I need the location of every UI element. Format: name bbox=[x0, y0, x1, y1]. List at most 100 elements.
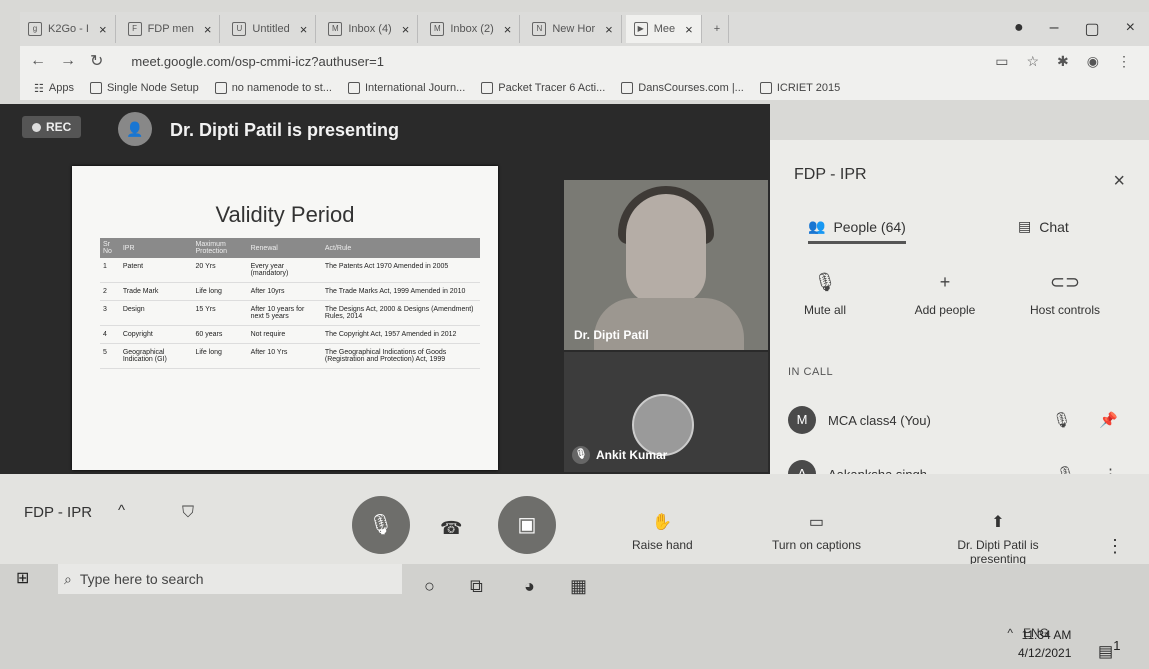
bookmark-item[interactable]: International Journ... bbox=[347, 82, 466, 94]
list-item[interactable]: M MCA class4 (You) 🎙 📌 bbox=[788, 406, 1118, 434]
tab-favicon-icon: F bbox=[127, 22, 142, 36]
extension-icon[interactable]: ✱ bbox=[1057, 53, 1069, 70]
hand-icon: ✋ bbox=[652, 514, 673, 531]
cortana-icon[interactable]: ○ bbox=[424, 576, 435, 597]
column-header: Sr No bbox=[100, 238, 120, 258]
participant-tile[interactable]: 🎙 Ankit Kumar bbox=[564, 352, 768, 472]
tab-label: Chat bbox=[1039, 218, 1069, 235]
menu-icon[interactable]: ⋮ bbox=[1117, 53, 1131, 70]
add-people-button[interactable]: + Add people bbox=[890, 272, 1000, 317]
browser-tab[interactable]: g K2Go - I × bbox=[20, 15, 116, 43]
close-icon[interactable]: × bbox=[99, 22, 107, 37]
clock[interactable]: 11:34 AM 4/12/2021 bbox=[1018, 626, 1071, 662]
chevron-up-icon[interactable]: ^ bbox=[1007, 626, 1013, 640]
shield-icon[interactable]: ⛉ bbox=[182, 504, 194, 522]
bookmark-item[interactable]: Single Node Setup bbox=[89, 82, 199, 94]
slide-title: Validity Period bbox=[215, 202, 355, 227]
more-options-icon[interactable]: ⋮ bbox=[1106, 536, 1124, 557]
table-cell: Life long bbox=[192, 343, 248, 369]
star-icon[interactable]: ☆ bbox=[1026, 53, 1039, 70]
captions-button[interactable]: ▭ Turn on captions bbox=[772, 512, 861, 552]
close-icon[interactable]: × bbox=[204, 22, 212, 37]
close-icon[interactable]: × bbox=[300, 22, 308, 37]
bookmark-label: Single Node Setup bbox=[106, 82, 199, 94]
participant-tile[interactable]: Dr. Dipti Patil bbox=[564, 180, 768, 350]
bookmark-label: Apps bbox=[48, 82, 74, 94]
raise-hand-button[interactable]: ✋ Raise hand bbox=[632, 512, 693, 552]
browser-tab[interactable]: F FDP men × bbox=[120, 15, 221, 43]
task-view-icon[interactable]: ⧉ bbox=[470, 576, 483, 597]
close-icon[interactable]: × bbox=[1113, 170, 1125, 193]
bookmark-label: International Journ... bbox=[364, 82, 466, 94]
button-label: Turn on captions bbox=[772, 538, 861, 552]
bookmark-item[interactable]: Packet Tracer 6 Acti... bbox=[481, 82, 605, 94]
maximize-icon[interactable]: ▢ bbox=[1085, 19, 1100, 39]
shared-slide: Validity Period Sr No IPR Maximum Protec… bbox=[72, 166, 498, 470]
browser-tab[interactable]: U Untitled × bbox=[224, 15, 317, 43]
tab-favicon-icon: g bbox=[28, 22, 42, 36]
bookmark-item[interactable]: DansCourses.com |... bbox=[621, 82, 744, 94]
bookmark-item[interactable]: ICRIET 2015 bbox=[759, 82, 840, 94]
mic-toggle-button[interactable]: 🎙 bbox=[352, 496, 410, 554]
close-icon[interactable]: × bbox=[504, 22, 512, 37]
bookmark-item[interactable]: no namenode to st... bbox=[214, 82, 332, 94]
close-window-icon[interactable]: × bbox=[1126, 19, 1135, 39]
tab-favicon-icon: M bbox=[328, 22, 343, 36]
mic-off-icon[interactable]: 🎙 bbox=[1052, 411, 1071, 429]
host-controls-button[interactable]: ⊂⊃ Host controls bbox=[1010, 272, 1120, 317]
avatar: M bbox=[788, 406, 816, 434]
hang-up-icon[interactable]: ☎ bbox=[440, 518, 462, 539]
pin-icon[interactable]: 📌 bbox=[1099, 411, 1118, 429]
bookmark-apps[interactable]: ☷ Apps bbox=[34, 82, 74, 95]
table-cell: The Patents Act 1970 Amended in 2005 bbox=[321, 258, 480, 283]
close-icon[interactable]: × bbox=[605, 22, 613, 37]
table-cell: After 10 Yrs bbox=[247, 343, 322, 369]
mute-all-button[interactable]: 🎙 Mute all bbox=[770, 272, 880, 317]
bookmark-icon bbox=[621, 82, 634, 94]
column-header: IPR bbox=[119, 238, 193, 258]
table-cell: Life long bbox=[192, 282, 248, 301]
plus-icon[interactable]: + bbox=[714, 23, 720, 35]
participant-name-row: 🎙 Ankit Kumar bbox=[572, 446, 667, 464]
close-icon[interactable]: × bbox=[402, 22, 410, 37]
chevron-up-icon[interactable]: ^ bbox=[118, 502, 125, 519]
tab-people[interactable]: 👥 People (64) bbox=[808, 218, 906, 244]
windows-taskbar: ⊞ ⌕ Type here to search ○ ⧉ ◕ ▦ ^ ENG 11:… bbox=[0, 564, 1149, 669]
chrome-icon[interactable]: ◕ bbox=[524, 576, 535, 597]
windows-start-icon[interactable]: ⊞ bbox=[16, 568, 29, 588]
cast-icon[interactable]: ▭ bbox=[995, 53, 1008, 70]
tab-label: People (64) bbox=[833, 218, 906, 235]
bookmark-label: DansCourses.com |... bbox=[638, 82, 744, 94]
reload-icon[interactable]: ↻ bbox=[90, 51, 103, 71]
bookmark-icon bbox=[214, 82, 227, 94]
close-icon[interactable]: × bbox=[685, 22, 693, 37]
camera-toggle-button[interactable]: ▣ bbox=[498, 496, 556, 554]
table-cell: Trade Mark bbox=[119, 282, 193, 301]
table-cell: 1 bbox=[100, 258, 120, 283]
panel-title: FDP - IPR bbox=[794, 166, 867, 183]
minimize-icon[interactable]: – bbox=[1050, 19, 1059, 39]
url-field[interactable]: meet.google.com/osp-cmmi-icz?authuser=1 bbox=[131, 54, 384, 69]
table-cell: The Geographical Indications of Goods (R… bbox=[321, 343, 480, 369]
chat-icon: ▤ bbox=[1018, 218, 1032, 234]
table-cell: The Trade Marks Act, 1999 Amended in 201… bbox=[321, 282, 480, 301]
new-tab-button[interactable]: + bbox=[706, 15, 730, 43]
profile-icon[interactable]: ● bbox=[1014, 19, 1024, 39]
tab-chat[interactable]: ▤ Chat bbox=[1018, 218, 1069, 235]
avatar-icon[interactable]: ◉ bbox=[1087, 53, 1099, 70]
back-icon[interactable]: ← bbox=[30, 52, 46, 70]
table-cell: 60 years bbox=[192, 325, 248, 344]
forward-icon[interactable]: → bbox=[60, 52, 76, 70]
browser-tab[interactable]: N New Hor × bbox=[524, 15, 622, 43]
presenting-button[interactable]: ⬆ Dr. Dipti Patil is presenting bbox=[948, 512, 1048, 566]
table-row: 4 Copyright 60 years Not require The Cop… bbox=[100, 325, 480, 344]
browser-tab[interactable]: M Inbox (4) × bbox=[320, 15, 419, 43]
notification-icon[interactable]: ▤1 bbox=[1098, 638, 1121, 661]
taskbar-search[interactable]: ⌕ Type here to search bbox=[58, 564, 402, 594]
powerpoint-icon[interactable]: ▦ bbox=[570, 576, 587, 597]
tab-label: Mee bbox=[653, 23, 676, 35]
browser-tab[interactable]: M Inbox (2) × bbox=[422, 15, 521, 43]
meeting-name[interactable]: FDP - IPR bbox=[24, 504, 92, 521]
browser-tab-active[interactable]: ▶ Mee × bbox=[625, 15, 702, 43]
address-actions: ▭ ☆ ✱ ◉ ⋮ bbox=[995, 53, 1149, 70]
